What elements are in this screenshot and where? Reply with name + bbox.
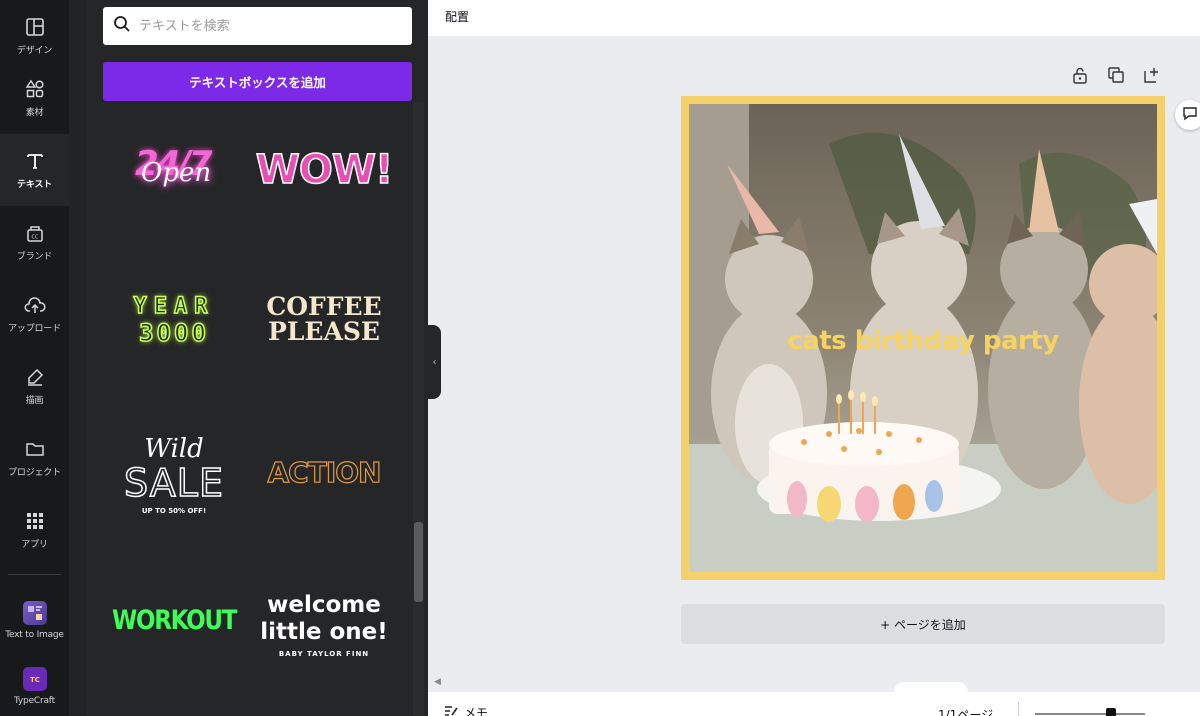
rail-item-upload[interactable]: アップロード bbox=[0, 278, 69, 350]
template-main: COFFEE bbox=[266, 292, 382, 321]
rail-label: アップロード bbox=[8, 324, 61, 334]
text-panel: テキストボックスを追加 24/7 Open WOW! YEAR 3000 COF… bbox=[87, 0, 428, 716]
template-note: BABY TAYLOR FINN bbox=[278, 650, 370, 658]
rail-label: ブランド bbox=[16, 252, 53, 262]
search-box[interactable] bbox=[103, 7, 412, 45]
text-to-image-app-icon bbox=[22, 600, 47, 625]
template-sub: SALE bbox=[123, 461, 224, 505]
shapes-icon bbox=[24, 78, 46, 100]
template-main: welcome bbox=[267, 592, 381, 618]
typecraft-app-icon: TC bbox=[22, 666, 47, 691]
text-template-wow[interactable]: WOW! bbox=[249, 110, 399, 230]
rail-label: Text to Image bbox=[5, 629, 64, 640]
left-rail: デザイン 素材 テキスト CC ブランド アップロード 描画 プロジェクト アプ… bbox=[0, 0, 69, 716]
rail-item-projects[interactable]: プロジェクト bbox=[0, 422, 69, 494]
rail-label: プロジェクト bbox=[8, 468, 61, 478]
rail-divider bbox=[8, 574, 61, 575]
chevron-left-icon: ‹ bbox=[432, 356, 437, 368]
template-main: YEAR bbox=[133, 293, 215, 320]
brand-icon: CC bbox=[24, 222, 46, 244]
add-page-button[interactable]: + ページを追加 bbox=[681, 604, 1165, 644]
template-main: WOW! bbox=[255, 146, 394, 194]
divider bbox=[1018, 702, 1019, 716]
arrange-button[interactable]: 配置 bbox=[445, 8, 469, 25]
rail-item-elements[interactable]: 素材 bbox=[0, 62, 69, 134]
zoom-slider-thumb[interactable] bbox=[1106, 708, 1116, 716]
text-template-neon-open[interactable]: 24/7 Open bbox=[99, 110, 249, 230]
text-icon bbox=[24, 150, 46, 172]
template-main: WORKOUT bbox=[111, 604, 237, 636]
rail-item-apps[interactable]: アプリ bbox=[0, 494, 69, 566]
collapse-panel-handle[interactable]: ‹ bbox=[428, 325, 441, 399]
notes-button[interactable]: メモ bbox=[444, 704, 488, 716]
text-template-year-3000[interactable]: YEAR 3000 bbox=[99, 260, 249, 380]
comment-icon bbox=[1182, 105, 1198, 125]
template-main: Open bbox=[141, 158, 212, 188]
template-note: UP TO 50% OFF! bbox=[141, 507, 207, 515]
layout-icon bbox=[24, 16, 46, 38]
rail-label: 素材 bbox=[25, 108, 44, 118]
scroll-left-arrow[interactable]: ◀ bbox=[434, 677, 441, 687]
zoom-slider[interactable] bbox=[1035, 713, 1145, 715]
page-count: 1/1ページ bbox=[938, 708, 994, 716]
rail-label: アプリ bbox=[21, 540, 48, 550]
template-sub: PLEASE bbox=[268, 317, 380, 346]
search-icon bbox=[113, 15, 131, 37]
rail-label: デザイン bbox=[16, 46, 53, 56]
rail-item-typecraft[interactable]: TC TypeCraft bbox=[0, 656, 69, 716]
cloud-upload-icon bbox=[24, 294, 46, 316]
pen-icon bbox=[24, 366, 46, 388]
bottom-bar: メモ 1/1ページ bbox=[428, 692, 1200, 716]
rail-item-draw[interactable]: 描画 bbox=[0, 350, 69, 422]
notes-icon bbox=[444, 705, 458, 716]
add-page-icon[interactable] bbox=[1143, 66, 1161, 84]
panel-gutter bbox=[69, 0, 87, 716]
top-bar: 配置 bbox=[428, 0, 1200, 36]
template-sub: little one! bbox=[260, 619, 388, 645]
lock-icon[interactable] bbox=[1071, 66, 1089, 84]
add-textbox-button[interactable]: テキストボックスを追加 bbox=[103, 62, 412, 101]
notes-label: メモ bbox=[464, 706, 489, 716]
template-main: Wild bbox=[144, 434, 204, 464]
rail-label: 描画 bbox=[25, 396, 44, 406]
folder-icon bbox=[24, 438, 46, 460]
text-template-workout[interactable]: WORKOUT bbox=[99, 560, 249, 680]
rail-item-text-to-image[interactable]: Text to Image bbox=[0, 584, 69, 656]
design-canvas[interactable]: cats birthday party bbox=[689, 104, 1157, 572]
rail-label: TypeCraft bbox=[14, 695, 55, 706]
rail-item-text[interactable]: テキスト bbox=[0, 134, 69, 206]
canvas-title-text[interactable]: cats birthday party bbox=[689, 326, 1157, 356]
rail-item-brand[interactable]: CC ブランド bbox=[0, 206, 69, 278]
svg-text:TC: TC bbox=[30, 676, 40, 684]
scrollbar-thumb[interactable] bbox=[414, 522, 423, 602]
text-template-wild-sale[interactable]: Wild SALE UP TO 50% OFF! bbox=[99, 420, 249, 530]
panel-scrollbar[interactable] bbox=[413, 102, 424, 716]
template-main: ACTION bbox=[267, 455, 382, 489]
grid-icon bbox=[24, 510, 46, 532]
text-template-welcome-little-one[interactable]: welcome little one! BABY TAYLOR FINN bbox=[249, 565, 399, 685]
rail-label: テキスト bbox=[17, 180, 52, 190]
text-template-coffee-please[interactable]: COFFEE PLEASE bbox=[249, 260, 399, 380]
duplicate-page-icon[interactable] bbox=[1107, 66, 1125, 84]
template-sub: 3000 bbox=[138, 318, 209, 348]
text-template-action[interactable]: ACTION bbox=[249, 412, 399, 532]
comment-button[interactable] bbox=[1175, 100, 1200, 130]
svg-text:CC: CC bbox=[31, 235, 38, 241]
search-input[interactable] bbox=[139, 18, 389, 34]
